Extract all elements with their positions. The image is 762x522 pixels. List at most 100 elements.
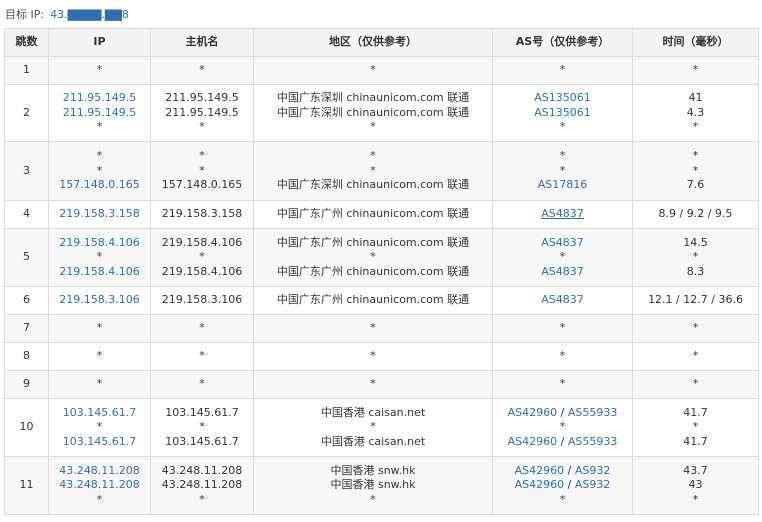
as-cell: AS135061 AS135061 * xyxy=(492,84,633,142)
hostname: 157.148.0.165 xyxy=(161,178,243,192)
ip-cell: * xyxy=(48,342,151,371)
hostname-empty: * xyxy=(199,492,205,506)
ip-cell: * xyxy=(48,314,151,343)
hop-row: 3 * * 157.148.0.165 * * 157.148.0.165 * * 中国广东深圳 … xyxy=(4,141,759,201)
as-number-link[interactable]: AS932 xyxy=(575,464,611,477)
table-header-row: 跳数 IP 主机名 地区（仅供参考） AS号（仅供参考） 时间（毫秒） xyxy=(4,28,759,57)
time-cell: * xyxy=(632,56,759,85)
column-header-region: 地区（仅供参考） xyxy=(253,28,493,57)
latency-value-empty: * xyxy=(692,149,699,163)
ip-address-link[interactable]: 157.148.0.165 xyxy=(59,178,139,191)
region-cell: * * 中国广东深圳 chinaunicom.com 联通 xyxy=(253,141,493,201)
latency-value-empty: * xyxy=(692,120,699,134)
hostname-cell: 103.145.61.7 * 103.145.61.7 xyxy=(150,398,254,457)
column-header-hop: 跳数 xyxy=(4,28,49,57)
hop-number-cell: 7 xyxy=(4,314,49,343)
as-number-link[interactable]: AS42960 xyxy=(515,478,565,491)
hop-row: 2 211.95.149.5 211.95.149.5 * 211.95.149.5 21… xyxy=(4,84,759,142)
hop-number: 9 xyxy=(23,377,30,391)
ip-cell: 219.158.3.158 xyxy=(48,200,151,229)
hop-number-cell: 11 xyxy=(4,456,49,515)
target-ip-label: 目标 IP: xyxy=(5,8,45,21)
region-cell: 中国香港 caisan.net * 中国香港 caisan.net xyxy=(253,398,493,457)
hostname-empty: * xyxy=(199,377,205,391)
ip-address-link[interactable]: 211.95.149.5 xyxy=(63,91,136,104)
region-text: 中国香港 snw.hk xyxy=(330,463,416,477)
as-cell: AS4837 * AS4837 xyxy=(492,228,633,287)
region-cell: 中国香港 snw.hk 中国香港 snw.hk * xyxy=(253,456,493,515)
hop-row: 1 * * * * * xyxy=(4,56,759,85)
latency-value: 41.7 xyxy=(683,405,708,419)
hostname-empty: * xyxy=(199,250,205,264)
hostname-empty: * xyxy=(199,349,205,363)
latency-value: 43 xyxy=(688,478,703,492)
region-cell: * xyxy=(253,342,493,371)
ip-address-link[interactable]: 43.248.11.208 xyxy=(59,464,139,477)
hop-number: 6 xyxy=(23,293,30,307)
latency-value: 41.7 xyxy=(683,434,708,448)
as-number-link[interactable]: AS135061 xyxy=(534,106,591,119)
ip-address-link[interactable]: 103.145.61.7 xyxy=(63,406,136,419)
region-text-empty: * xyxy=(370,420,376,434)
ip-cell: 211.95.149.5 211.95.149.5 * xyxy=(48,84,151,142)
hop-row: 11 43.248.11.208 43.248.11.208 * 43.248.11.2… xyxy=(4,456,759,515)
ip-address-link[interactable]: 219.158.3.106 xyxy=(59,293,139,306)
as-number-link[interactable]: AS4837 xyxy=(541,293,584,306)
column-header-as: AS号（仅供参考） xyxy=(492,28,633,57)
region-text-empty: * xyxy=(370,120,376,134)
ip-cell: * xyxy=(48,370,151,399)
as-number-link[interactable]: AS4837 xyxy=(541,236,584,249)
as-number-link[interactable]: AS4837 xyxy=(541,265,584,278)
ip-address-link[interactable]: 43.248.11.208 xyxy=(59,478,139,491)
ip-address-empty: * xyxy=(96,63,103,77)
hostname-empty: * xyxy=(199,149,205,163)
ip-address-link[interactable]: 219.158.3.158 xyxy=(59,207,139,220)
ip-address-link[interactable]: 219.158.4.106 xyxy=(59,236,139,249)
as-number-link[interactable]: AS42960 xyxy=(508,406,558,419)
hostname: 43.248.11.208 xyxy=(161,463,243,477)
as-separator: / xyxy=(557,434,568,448)
as-number-link[interactable]: AS55933 xyxy=(568,406,618,419)
ip-address-empty: * xyxy=(96,120,103,134)
hop-number: 4 xyxy=(23,207,30,221)
as-number-link[interactable]: AS55933 xyxy=(568,435,618,448)
latency-value-empty: * xyxy=(692,163,699,177)
hop-number: 1 xyxy=(23,63,30,77)
hostname-cell: 211.95.149.5 211.95.149.5 * xyxy=(150,84,254,142)
latency-value: 8.9 / 9.2 / 9.5 xyxy=(658,207,733,221)
as-number-link[interactable]: AS42960 xyxy=(508,435,558,448)
as-cell: * xyxy=(492,314,633,343)
time-cell: * xyxy=(632,370,759,399)
as-number-link[interactable]: AS4837 xyxy=(541,207,584,220)
hostname-cell: * xyxy=(150,370,254,399)
as-number-link[interactable]: AS17816 xyxy=(538,178,588,191)
latency-value: 14.5 xyxy=(683,235,708,249)
as-cell: * * AS17816 xyxy=(492,141,633,201)
time-cell: * xyxy=(632,342,759,371)
hostname-cell: * xyxy=(150,314,254,343)
latency-value-empty: * xyxy=(692,377,699,391)
as-number-link[interactable]: AS932 xyxy=(575,478,611,491)
hostname: 103.145.61.7 xyxy=(165,405,239,419)
region-text-empty: * xyxy=(370,377,376,391)
ip-address-link[interactable]: 211.95.149.5 xyxy=(63,106,136,119)
hostname-cell: * * 157.148.0.165 xyxy=(150,141,254,201)
as-empty: * xyxy=(559,250,566,264)
region-text: 中国广东广州 chinaunicom.com 联通 xyxy=(276,235,470,249)
ip-cell: * xyxy=(48,56,151,85)
hop-row: 6 219.158.3.106 219.158.3.106 中国广东广州 chinau… xyxy=(4,286,759,315)
ip-address-link[interactable]: 219.158.4.106 xyxy=(59,265,139,278)
as-number-link[interactable]: AS42960 xyxy=(515,464,565,477)
as-number-link[interactable]: AS135061 xyxy=(534,91,591,104)
ip-address-link[interactable]: 103.145.61.7 xyxy=(63,435,136,448)
as-separator: / xyxy=(557,405,568,419)
time-cell: * xyxy=(632,314,759,343)
hop-number-cell: 3 xyxy=(4,141,49,201)
latency-value-empty: * xyxy=(692,321,699,335)
hostname-empty: * xyxy=(199,163,205,177)
as-cell: AS4837 xyxy=(492,286,633,315)
hop-number: 5 xyxy=(23,250,30,264)
hop-row: 7 * * * * * xyxy=(4,314,759,343)
region-text-empty: * xyxy=(370,163,376,177)
hop-number-cell: 2 xyxy=(4,84,49,142)
